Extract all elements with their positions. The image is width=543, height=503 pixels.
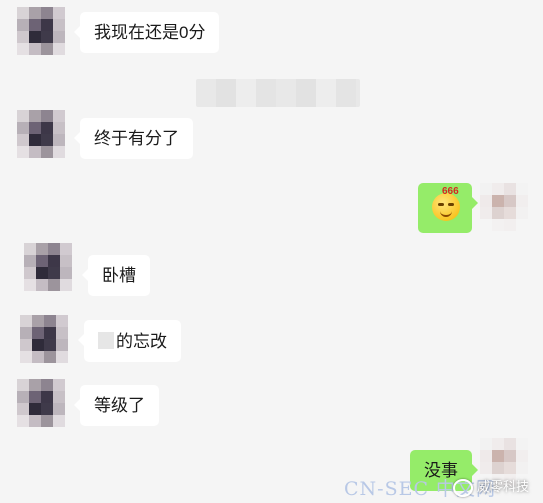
message-bubble[interactable]: 我现在还是0分	[73, 12, 220, 53]
contact-avatar[interactable]	[17, 110, 65, 158]
message-bubble[interactable]: 终于有分了	[74, 118, 193, 159]
sticker-text: 666	[442, 186, 459, 197]
message-text: 的忘改	[116, 332, 167, 351]
smirk-emoji-icon	[432, 193, 460, 221]
contact-avatar[interactable]	[17, 379, 65, 427]
self-avatar[interactable]	[480, 183, 528, 231]
contact-avatar[interactable]	[20, 315, 68, 363]
redacted-timestamp	[196, 79, 360, 107]
message-text: 等级了	[94, 396, 145, 415]
message-text: 卧槽	[102, 266, 136, 285]
wechat-logo-icon	[452, 479, 473, 497]
message-bubble[interactable]: 的忘改	[78, 320, 181, 362]
redacted-char	[98, 332, 114, 349]
channel-watermark: 威零科技	[452, 476, 529, 497]
message-text: 我现在还是0分	[94, 23, 206, 42]
sticker-bubble[interactable]: 666	[418, 183, 478, 233]
message-text: 终于有分了	[94, 129, 179, 148]
message-bubble[interactable]: 等级了	[74, 385, 159, 426]
message-bubble[interactable]: 卧槽	[82, 255, 150, 296]
contact-avatar[interactable]	[17, 7, 65, 55]
contact-avatar[interactable]	[24, 243, 72, 291]
